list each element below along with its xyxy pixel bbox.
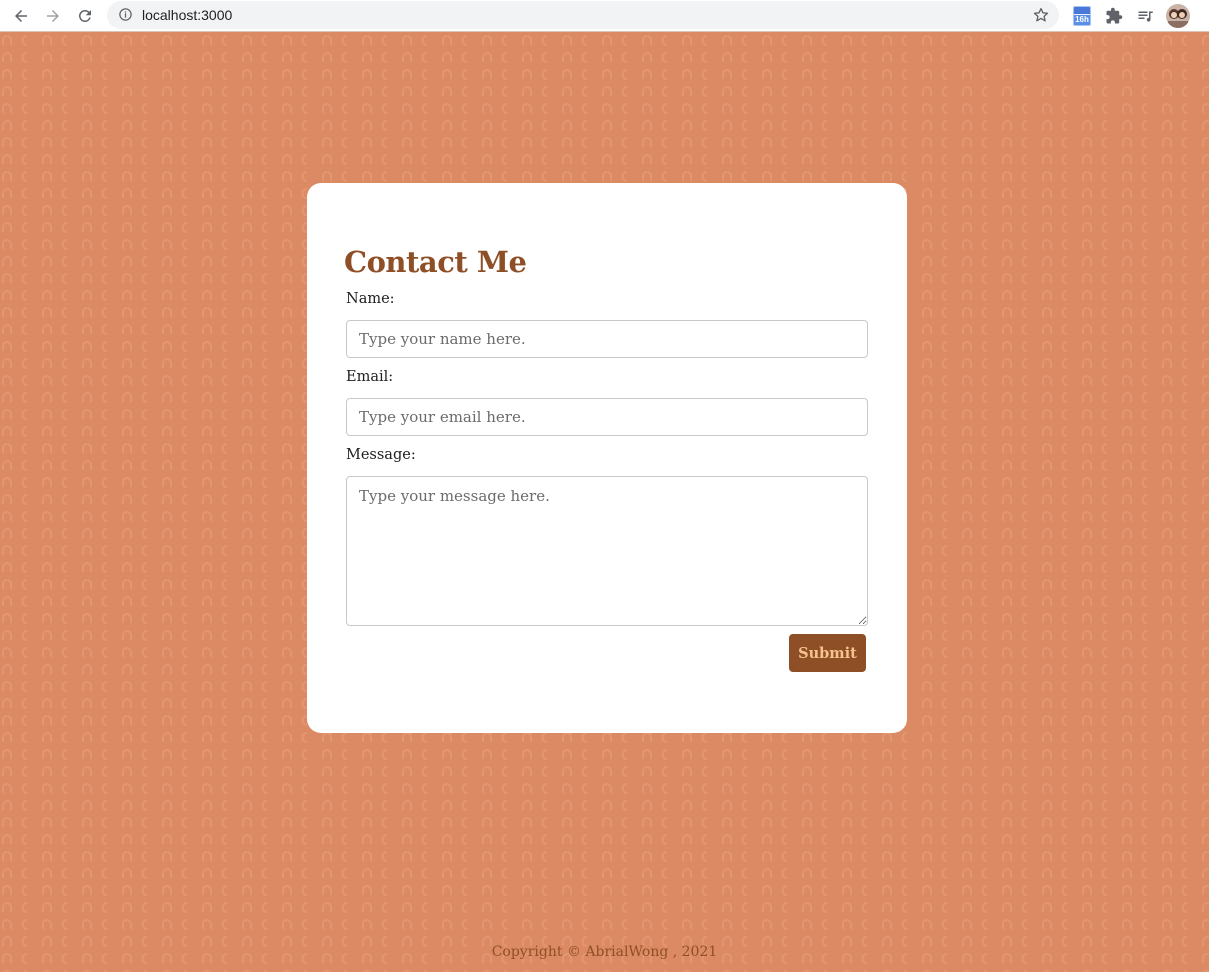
url-text: localhost:3000 (142, 7, 233, 23)
contact-card: Contact Me Name: Email: Message: Submit (307, 183, 907, 733)
message-label: Message: (346, 447, 416, 463)
profile-avatar[interactable] (1166, 4, 1190, 28)
reading-list-icon (1138, 11, 1153, 22)
puzzle-extension-icon (1106, 7, 1123, 24)
name-input[interactable] (346, 320, 868, 358)
submit-button[interactable]: Submit (789, 634, 866, 672)
reading-list-button[interactable] (1136, 5, 1156, 27)
calendar-badge: 16h (1074, 15, 1090, 25)
message-textarea[interactable] (346, 476, 868, 626)
extensions-button[interactable] (1104, 5, 1124, 27)
email-label: Email: (346, 369, 394, 385)
page-title: Contact Me (344, 245, 527, 279)
bookmark-star-icon[interactable] (1032, 6, 1050, 24)
reload-button[interactable] (72, 3, 98, 29)
back-button[interactable] (8, 3, 34, 29)
address-bar[interactable]: localhost:3000 (107, 1, 1059, 29)
browser-toolbar: localhost:3000 16h (0, 0, 1209, 32)
footer-copyright: Copyright © AbrialWong , 2021 (491, 944, 718, 960)
forward-button[interactable] (40, 3, 66, 29)
reload-icon (78, 9, 91, 22)
info-icon[interactable] (118, 7, 133, 22)
back-arrow-icon (15, 10, 27, 22)
forward-arrow-icon (47, 10, 59, 22)
name-label: Name: (346, 291, 395, 307)
email-input[interactable] (346, 398, 868, 436)
calendar-extension-icon[interactable]: 16h (1071, 5, 1093, 27)
